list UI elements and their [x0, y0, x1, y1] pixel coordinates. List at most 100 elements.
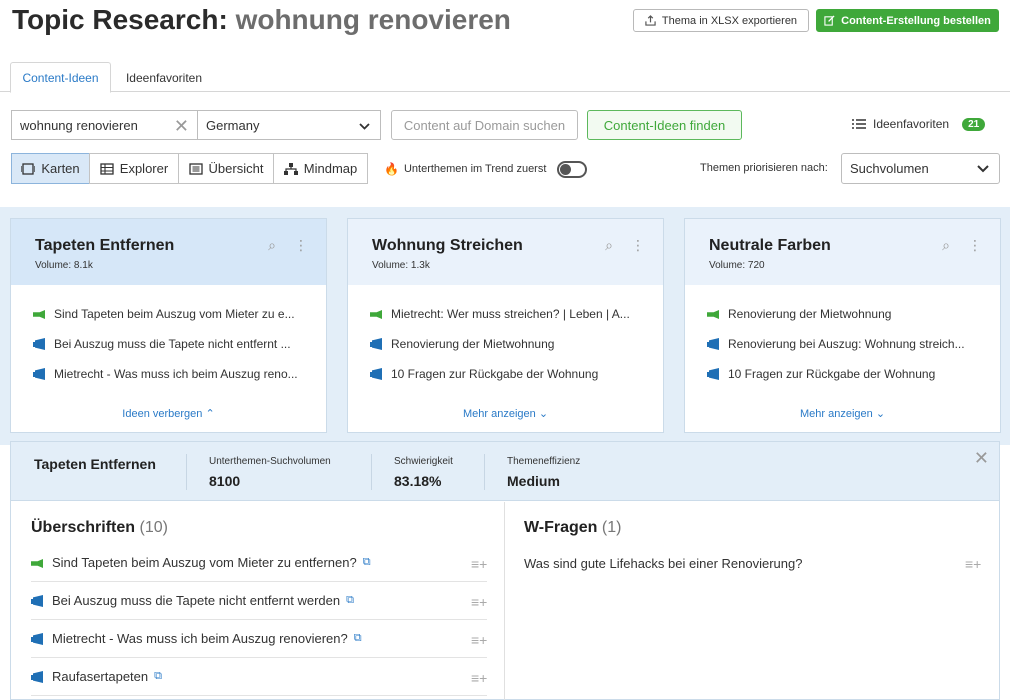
card-item-text: Bei Auszug muss die Tapete nicht entfern… — [54, 337, 291, 351]
card-volume: Volume: 720 — [709, 260, 765, 271]
card-item[interactable]: Renovierung der Mietwohnung — [707, 307, 1000, 337]
hide-ideas-link[interactable]: Ideen verbergen ⌃ — [11, 407, 326, 420]
find-label: Content-Ideen finden — [603, 117, 726, 133]
heading-row[interactable]: Mietrecht - Was muss ich beim Auszug ren… — [31, 620, 487, 658]
search-icon[interactable]: ⌕ — [605, 237, 613, 254]
headline-icon — [33, 308, 48, 320]
heading-text: Raufasertapeten — [52, 669, 149, 684]
clear-icon[interactable]: ✕ — [174, 116, 189, 137]
favorites-label: Ideenfavoriten — [873, 117, 950, 131]
topic-card[interactable]: Neutrale Farben Volume: 720 ⌕ ⋮ Renovieru… — [684, 218, 1001, 433]
divider — [371, 454, 372, 490]
edit-icon — [824, 15, 835, 26]
trend-label-text: Unterthemen im Trend zuerst — [403, 163, 547, 175]
headings-title-text: Überschriften — [31, 519, 136, 536]
keyword-input[interactable]: wohnung renovieren ✕ — [11, 110, 198, 140]
external-link-icon[interactable]: ⧉ — [154, 670, 162, 683]
order-label: Content-Erstellung bestellen — [841, 14, 991, 27]
metric-subtopic-volume: Unterthemen-Suchvolumen 8100 — [209, 456, 331, 489]
detail-summary-bar: Tapeten Entfernen Unterthemen-Suchvolume… — [11, 442, 999, 501]
more-options-icon[interactable]: ⋮ — [631, 237, 645, 254]
card-item[interactable]: Renovierung bei Auszug: Wohnung streich.… — [707, 337, 1000, 367]
export-icon — [645, 15, 656, 26]
card-header: Wohnung Streichen Volume: 1.3k ⌕ ⋮ — [348, 219, 663, 285]
metric-value: 83.18% — [394, 473, 442, 489]
more-options-icon[interactable]: ⋮ — [294, 237, 308, 254]
table-icon — [100, 162, 114, 175]
prioritize-label: Themen priorisieren nach: — [700, 162, 828, 174]
view-mindmap-button[interactable]: Mindmap — [273, 153, 368, 184]
divider — [186, 454, 187, 490]
metric-label: Unterthemen-Suchvolumen — [209, 456, 331, 467]
questions-count: (1) — [601, 519, 622, 536]
country-select[interactable]: Germany — [197, 110, 381, 140]
question-item[interactable]: Was sind gute Lifehacks bei einer Renovi… — [524, 556, 802, 571]
questions-title: W-Fragen (1) — [524, 519, 621, 537]
view-overview-label: Übersicht — [208, 161, 264, 176]
heading-text: Mietrecht - Was muss ich beim Auszug ren… — [52, 631, 348, 646]
export-xlsx-button[interactable]: Thema in XLSX exportieren — [633, 9, 809, 32]
external-link-icon[interactable]: ⧉ — [363, 556, 371, 569]
metric-label: Schwierigkeit — [394, 456, 453, 467]
domain-search-input[interactable]: Content auf Domain suchen — [391, 110, 578, 140]
headings-count: (10) — [139, 519, 168, 536]
add-to-list-icon[interactable]: ≡+ — [471, 594, 487, 610]
heading-row[interactable]: Raufasertapeten ⧉ — [31, 658, 487, 696]
card-volume: Volume: 8.1k — [35, 260, 93, 271]
search-icon[interactable]: ⌕ — [942, 237, 950, 254]
show-more-label: Mehr anzeigen — [799, 408, 873, 420]
divider — [484, 454, 485, 490]
view-explorer-button[interactable]: Explorer — [89, 153, 179, 184]
close-icon[interactable]: ✕ — [974, 448, 989, 469]
view-cards-button[interactable]: Karten — [11, 153, 90, 184]
card-header: Tapeten Entfernen Volume: 8.1k ⌕ ⋮ — [11, 219, 326, 285]
hide-ideas-label: Ideen verbergen — [122, 408, 203, 420]
list-icon — [852, 119, 866, 129]
show-more-link[interactable]: Mehr anzeigen ⌄ — [348, 407, 663, 420]
add-to-list-icon[interactable]: ≡+ — [471, 632, 487, 648]
country-value: Germany — [206, 117, 260, 133]
trend-toggle[interactable] — [557, 161, 587, 178]
heading-row[interactable]: Sind Tapeten beim Auszug vom Mieter zu e… — [31, 544, 487, 582]
card-item-text: 10 Fragen zur Rückgabe der Wohnung — [728, 367, 936, 381]
external-link-icon[interactable]: ⧉ — [346, 594, 354, 607]
card-header: Neutrale Farben Volume: 720 ⌕ ⋮ — [685, 219, 1000, 285]
card-item-text: 10 Fragen zur Rückgabe der Wohnung — [391, 367, 599, 381]
order-content-button[interactable]: Content-Erstellung bestellen — [816, 9, 999, 32]
tab-idea-favorites[interactable]: Ideenfavoriten — [113, 62, 215, 93]
add-to-list-icon[interactable]: ≡+ — [471, 556, 487, 572]
prioritize-value: Suchvolumen — [850, 161, 929, 176]
show-more-link[interactable]: Mehr anzeigen ⌄ — [685, 407, 1000, 420]
heading-row[interactable]: Bei Auszug muss die Tapete nicht entfern… — [31, 582, 487, 620]
megaphone-icon — [31, 633, 46, 645]
favorites-link[interactable]: Ideenfavoriten 21 — [852, 117, 986, 131]
tab-content-ideas[interactable]: Content-Ideen — [10, 62, 111, 93]
card-item[interactable]: Mietrecht - Was muss ich beim Auszug ren… — [33, 367, 326, 397]
card-item[interactable]: Renovierung der Mietwohnung — [370, 337, 663, 367]
add-to-list-icon[interactable]: ≡+ — [965, 556, 981, 572]
card-item[interactable]: 10 Fragen zur Rückgabe der Wohnung — [370, 367, 663, 397]
card-item[interactable]: Mietrecht: Wer muss streichen? | Leben |… — [370, 307, 663, 337]
more-options-icon[interactable]: ⋮ — [968, 237, 982, 254]
external-link-icon[interactable]: ⧉ — [354, 632, 362, 645]
megaphone-icon — [33, 368, 48, 380]
column-divider — [504, 502, 505, 700]
chevron-down-icon — [359, 123, 370, 130]
chevron-down-icon — [977, 165, 989, 173]
add-to-list-icon[interactable]: ≡+ — [471, 670, 487, 686]
card-item[interactable]: 10 Fragen zur Rückgabe der Wohnung — [707, 367, 1000, 397]
heading-text: Sind Tapeten beim Auszug vom Mieter zu e… — [52, 555, 357, 570]
card-item-text: Sind Tapeten beim Auszug vom Mieter zu e… — [54, 307, 295, 321]
headline-icon — [31, 557, 46, 569]
card-item[interactable]: Bei Auszug muss die Tapete nicht entfern… — [33, 337, 326, 367]
topic-card[interactable]: Wohnung Streichen Volume: 1.3k ⌕ ⋮ Mietre… — [347, 218, 664, 433]
metric-difficulty: Schwierigkeit 83.18% — [394, 456, 453, 489]
find-ideas-button[interactable]: Content-Ideen finden — [587, 110, 742, 140]
card-item-text: Mietrecht: Wer muss streichen? | Leben |… — [391, 307, 630, 321]
prioritize-select[interactable]: Suchvolumen — [841, 153, 1000, 184]
view-overview-button[interactable]: Übersicht — [178, 153, 274, 184]
search-icon[interactable]: ⌕ — [268, 237, 276, 254]
card-item[interactable]: Sind Tapeten beim Auszug vom Mieter zu e… — [33, 307, 326, 337]
megaphone-icon — [33, 338, 48, 350]
topic-card[interactable]: Tapeten Entfernen Volume: 8.1k ⌕ ⋮ Sind T… — [10, 218, 327, 433]
